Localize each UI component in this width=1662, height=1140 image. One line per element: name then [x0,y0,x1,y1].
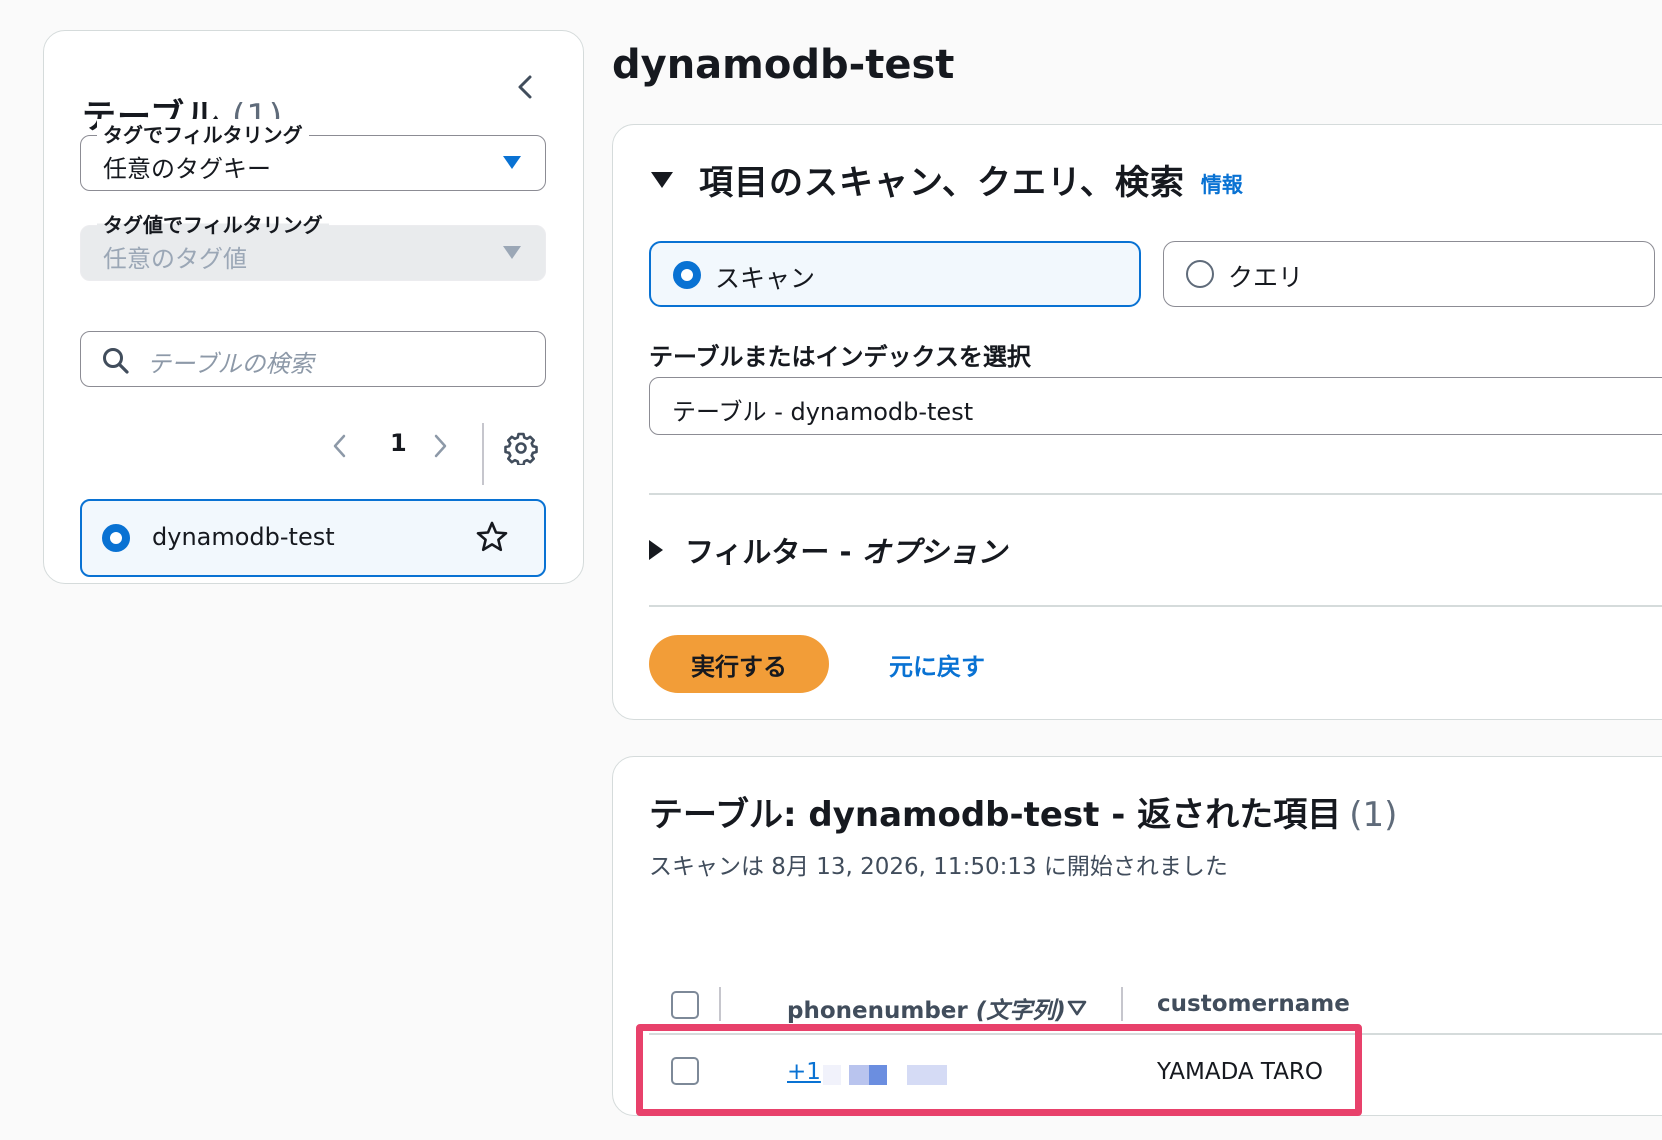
page-title: dynamodb-test [612,42,955,88]
chevron-left-icon [518,75,532,99]
scan-option-label: スキャン [715,264,816,293]
tag-value-filter-select: タグ値でフィルタリング 任意のタグ値 [80,209,546,281]
column-separator [1121,987,1123,1021]
next-page-button[interactable] [426,426,454,466]
divider [649,605,1662,607]
scan-radio[interactable] [673,261,701,289]
prev-page-button[interactable] [326,426,354,466]
tables-sidebar: テーブル (1) タグでフィルタリング 任意のタグキー タグ値でフィルタリング 任… [43,30,584,584]
query-option-label: クエリ [1228,263,1304,292]
page-number[interactable]: 1 [390,429,407,457]
tag-value-filter-label: タグ値でフィルタリング [97,209,329,238]
tag-value-filter-value: 任意のタグ値 [103,245,247,273]
query-radio[interactable] [1186,260,1214,288]
table-name: dynamodb-test [152,523,335,551]
filter-options-label: フィルター - オプション [685,535,1007,569]
filter-options-toggle[interactable]: フィルター - オプション [649,529,1007,571]
caret-down-icon [503,246,521,259]
expand-caret-icon[interactable] [651,171,673,188]
info-link[interactable]: 情報 [1201,169,1243,199]
table-index-select[interactable]: テーブル - dynamodb-test [649,377,1662,435]
pagination-divider [482,423,484,485]
expand-right-icon [649,540,663,560]
column-separator [719,987,721,1021]
scan-panel-header[interactable]: 項目のスキャン、クエリ、検索 情報 [651,155,1243,204]
column-header-customername[interactable]: customername [1157,991,1350,1017]
highlight-annotation-box [636,1024,1362,1116]
collapse-sidebar-button[interactable] [506,67,546,107]
run-button[interactable]: 実行する [649,635,829,693]
results-title: テーブル: dynamodb-test - 返された項目 (1) [649,795,1398,835]
caret-down-icon [503,156,521,169]
scan-started-text: スキャンは 8月 13, 2026, 11:50:13 に開始されました [649,854,1228,880]
table-search-input[interactable]: テーブルの検索 [80,331,546,387]
sort-icon[interactable] [1065,995,1089,1019]
star-icon[interactable] [474,519,510,555]
tag-key-filter-select[interactable]: タグでフィルタリング 任意のタグキー [80,119,546,191]
search-placeholder: テーブルの検索 [147,350,314,378]
table-list-item[interactable]: dynamodb-test [80,499,546,577]
results-count: (1) [1349,795,1398,835]
tag-key-filter-label: タグでフィルタリング [97,119,309,148]
scan-panel-title: 項目のスキャン、クエリ、検索 [699,163,1185,203]
reset-link[interactable]: 元に戻す [889,647,985,682]
scan-mode-option[interactable]: スキャン [649,241,1141,307]
scan-query-panel: 項目のスキャン、クエリ、検索 情報 スキャン クエリ テーブルまたはインデックス… [612,124,1662,720]
query-mode-option[interactable]: クエリ [1163,241,1655,307]
tag-key-filter-value: 任意のタグキー [103,155,271,183]
select-all-checkbox[interactable] [671,991,699,1019]
column-header-phonenumber[interactable]: phonenumber (文字列) [787,991,1066,1025]
table-radio[interactable] [102,524,130,552]
gear-icon[interactable] [504,431,538,465]
search-icon [103,348,129,374]
table-index-select-label: テーブルまたはインデックスを選択 [649,343,1031,371]
table-index-select-value: テーブル - dynamodb-test [672,398,974,426]
divider [649,493,1662,495]
